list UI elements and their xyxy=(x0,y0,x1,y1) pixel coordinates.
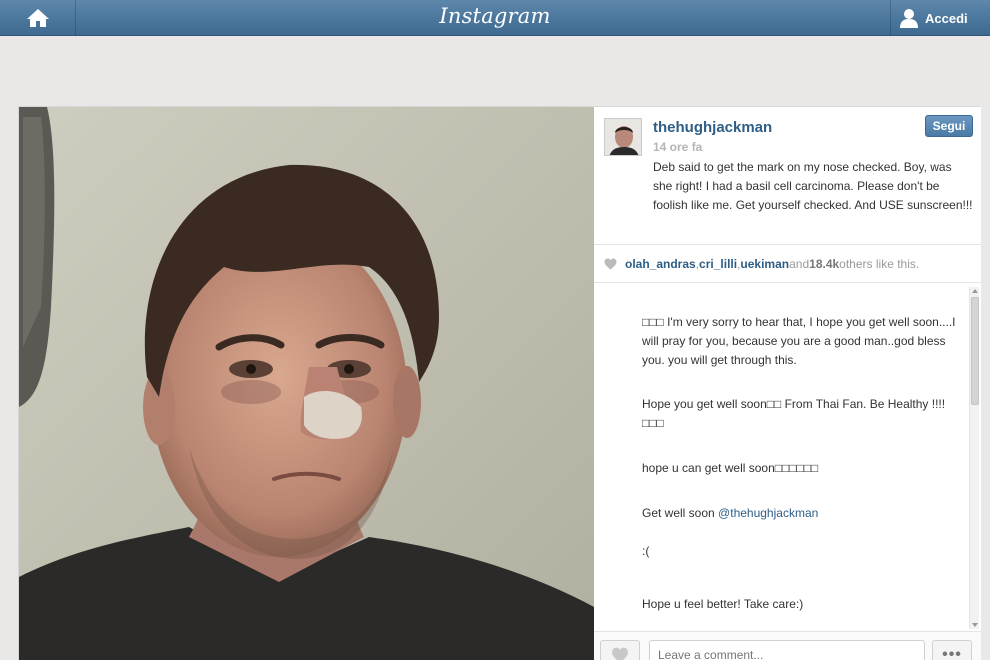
comment-text: hope u can get well soon□□□□□□ xyxy=(642,461,819,475)
comment-text: Get well soon xyxy=(642,506,719,520)
comment-avatar[interactable] xyxy=(597,291,639,311)
comment-text: Hope you get well soon□□ From Thai Fan. … xyxy=(642,397,946,430)
comment-avatar[interactable] xyxy=(597,439,639,459)
caption-section: thehughjackman 14 ore fa Deb said to get… xyxy=(594,107,981,245)
more-options-button[interactable]: ••• xyxy=(932,640,972,660)
likes-and: and xyxy=(789,256,810,271)
user-icon xyxy=(900,9,918,28)
avatar[interactable] xyxy=(604,118,642,156)
follow-button[interactable]: Segui xyxy=(925,115,973,137)
comment-footer: ••• xyxy=(594,631,981,660)
liker-link[interactable]: cri_lilli xyxy=(699,257,737,271)
scroll-down-icon[interactable] xyxy=(972,623,978,627)
scroll-up-icon[interactable] xyxy=(972,289,978,293)
comment-item: □□□ I'm very sorry to hear that, I hope … xyxy=(642,313,964,370)
liker-link[interactable]: uekiman xyxy=(740,257,789,271)
home-button[interactable] xyxy=(0,0,76,36)
redacted-block xyxy=(634,619,732,631)
selfie-illustration xyxy=(19,107,594,660)
avatar-image xyxy=(605,119,641,155)
comment-text: Hope u feel better! Take care:) xyxy=(642,597,804,611)
comments-list: □□□ I'm very sorry to hear that, I hope … xyxy=(594,283,981,631)
login-label: Accedi xyxy=(925,10,968,26)
login-button[interactable]: Accedi xyxy=(890,0,990,36)
comment-input[interactable] xyxy=(649,640,925,660)
scrollbar-thumb[interactable] xyxy=(971,297,979,405)
heart-icon xyxy=(604,258,617,269)
top-bar: Instagram Accedi xyxy=(0,0,990,36)
home-icon xyxy=(26,9,49,27)
post-timestamp: 14 ore fa xyxy=(653,140,703,154)
comment-avatar[interactable] xyxy=(597,483,639,503)
redacted-block xyxy=(634,565,694,585)
comment-item: Hope u feel better! Take care:) xyxy=(642,595,964,614)
likes-suffix: others like this. xyxy=(839,256,920,271)
likes-summary: olah_andras, cri_lilli, uekiman and 18.4… xyxy=(594,245,981,283)
comment-item: Get well soon @thehughjackman xyxy=(642,504,964,523)
comments-scrollbar[interactable] xyxy=(969,287,979,629)
liker-link[interactable]: olah_andras xyxy=(625,257,696,271)
post-photo[interactable] xyxy=(19,107,594,660)
post-sidebar: thehughjackman 14 ore fa Deb said to get… xyxy=(594,107,981,660)
heart-icon xyxy=(612,647,628,660)
comment-item: :( xyxy=(642,542,964,561)
comment-item: Hope you get well soon□□ From Thai Fan. … xyxy=(642,395,964,433)
comment-text: :( xyxy=(642,544,650,558)
instagram-logo: Instagram xyxy=(439,4,551,28)
comment-item: hope u can get well soon□□□□□□ xyxy=(642,459,964,478)
like-button[interactable] xyxy=(600,640,640,660)
post-card: thehughjackman 14 ore fa Deb said to get… xyxy=(18,106,981,660)
comment-mention[interactable]: @thehughjackman xyxy=(718,506,818,520)
comment-text: □□□ I'm very sorry to hear that, I hope … xyxy=(642,315,956,367)
likes-count: 18.4k xyxy=(809,256,840,271)
post-username[interactable]: thehughjackman xyxy=(653,119,772,136)
comment-avatar[interactable] xyxy=(597,375,639,395)
post-caption: Deb said to get the mark on my nose chec… xyxy=(653,160,973,212)
